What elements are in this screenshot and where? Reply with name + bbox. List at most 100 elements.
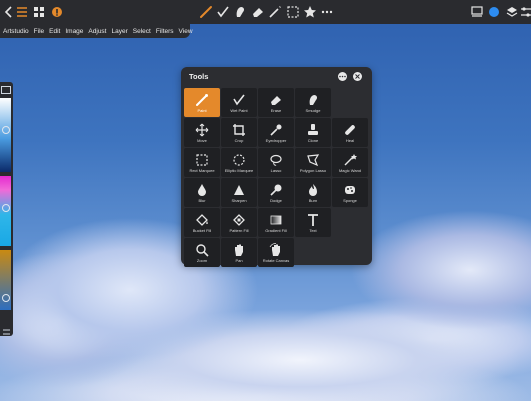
- tool-label: Paint: [197, 107, 207, 113]
- smudge-icon: [306, 93, 320, 107]
- bucket-fill-icon: [195, 213, 209, 227]
- top-toolbar: [0, 0, 531, 24]
- tool-sharpen[interactable]: Sharpen: [221, 178, 257, 207]
- clone-icon: [306, 123, 320, 137]
- tool-label: Move: [197, 137, 207, 143]
- wand-icon[interactable]: [266, 3, 284, 21]
- tool-elliptic-marquee[interactable]: Elliptic Marquee: [221, 148, 257, 177]
- tool-dodge[interactable]: Dodge: [258, 178, 294, 207]
- tool-label: Bucket Fill: [192, 227, 212, 233]
- text-icon: [306, 213, 320, 227]
- tool-label: Zoom: [196, 257, 208, 263]
- tool-text[interactable]: Text: [295, 208, 331, 237]
- brightness-slider[interactable]: [0, 98, 11, 172]
- color-panel-toggle-icon[interactable]: [1, 86, 11, 94]
- wet-paint-icon: [232, 93, 246, 107]
- tool-label: Clone: [307, 137, 319, 143]
- crop-icon: [232, 123, 246, 137]
- tool-label: Rotate Canvas: [262, 257, 290, 263]
- tool-label: Heal: [345, 137, 355, 143]
- smudge-icon[interactable]: [231, 3, 249, 21]
- tool-label: Burn: [308, 197, 318, 203]
- tool-burn[interactable]: Burn: [295, 178, 331, 207]
- opacity-slider-knob[interactable]: [2, 294, 10, 302]
- tool-rect-marquee[interactable]: Rect Marquee: [184, 148, 220, 177]
- menu-file[interactable]: File: [34, 28, 44, 35]
- tool-label: Crop: [234, 137, 244, 143]
- menu-image[interactable]: Image: [65, 28, 83, 35]
- menu-select[interactable]: Select: [133, 28, 151, 35]
- tool-empty-slot: [332, 88, 368, 117]
- tool-move[interactable]: Move: [184, 118, 220, 147]
- brush-icon[interactable]: [197, 3, 215, 21]
- erase-icon: [269, 93, 283, 107]
- tool-clone[interactable]: Clone: [295, 118, 331, 147]
- menu-layer[interactable]: Layer: [112, 28, 128, 35]
- tool-label: Wet Paint: [230, 107, 248, 113]
- menu-lines-icon[interactable]: [13, 3, 31, 21]
- hue-slider-knob[interactable]: [2, 204, 10, 212]
- close-panel-button[interactable]: [353, 72, 362, 81]
- color-slider-strip: [0, 82, 13, 336]
- paint-icon: [195, 93, 209, 107]
- burn-icon: [306, 183, 320, 197]
- menu-view[interactable]: View: [179, 28, 193, 35]
- menu-filters[interactable]: Filters: [156, 28, 174, 35]
- color-dot-icon[interactable]: [489, 7, 499, 17]
- tool-label: Sharpen: [231, 197, 247, 203]
- grid-icon[interactable]: [30, 3, 48, 21]
- tool-wet-paint[interactable]: Wet Paint: [221, 88, 257, 117]
- tool-label: Pattern Fill: [229, 227, 249, 233]
- menu-app-name[interactable]: Artstudio: [3, 28, 29, 35]
- tool-pattern-fill[interactable]: Pattern Fill: [221, 208, 257, 237]
- gradient-fill-icon: [269, 213, 283, 227]
- tool-label: Blur: [198, 197, 206, 203]
- tool-label: Rect Marquee: [189, 167, 215, 173]
- tool-label: Elliptic Marquee: [224, 167, 254, 173]
- pan-icon: [232, 243, 246, 257]
- tool-sponge[interactable]: Sponge: [332, 178, 368, 207]
- tool-rotate-canvas[interactable]: Rotate Canvas: [258, 238, 294, 267]
- polygon-lasso-icon: [306, 153, 320, 167]
- tool-grid: Paint Wet Paint Erase Smudge Move Crop Eyedrop…: [184, 88, 369, 267]
- menu-adjust[interactable]: Adjust: [88, 28, 106, 35]
- eraser-icon[interactable]: [249, 3, 267, 21]
- menu-edit[interactable]: Edit: [49, 28, 60, 35]
- layers-thumbnail-icon[interactable]: [468, 3, 486, 21]
- panel-options-button[interactable]: [338, 72, 347, 81]
- tool-crop[interactable]: Crop: [221, 118, 257, 147]
- tool-label: Lasso: [270, 167, 282, 173]
- selection-icon[interactable]: [284, 3, 302, 21]
- sponge-icon: [343, 183, 357, 197]
- tool-label: Pan: [235, 257, 243, 263]
- brightness-slider-knob[interactable]: [2, 126, 10, 134]
- tool-polygon-lasso[interactable]: Polygon Lasso: [295, 148, 331, 177]
- tool-zoom[interactable]: Zoom: [184, 238, 220, 267]
- tool-pan[interactable]: Pan: [221, 238, 257, 267]
- info-icon[interactable]: [48, 3, 66, 21]
- blur-icon: [195, 183, 209, 197]
- pattern-fill-icon: [232, 213, 246, 227]
- tool-erase[interactable]: Erase: [258, 88, 294, 117]
- tool-label: Magic Wand: [338, 167, 362, 173]
- tool-smudge[interactable]: Smudge: [295, 88, 331, 117]
- tool-paint[interactable]: Paint: [184, 88, 220, 117]
- elliptic-marquee-icon: [232, 153, 246, 167]
- star-icon[interactable]: [301, 3, 319, 21]
- tool-label: Polygon Lasso: [299, 167, 327, 173]
- tool-eyedropper[interactable]: Eyedropper: [258, 118, 294, 147]
- tool-magic-wand[interactable]: Magic Wand: [332, 148, 368, 177]
- tool-gradient-fill[interactable]: Gradient Fill: [258, 208, 294, 237]
- magic-wand-icon: [343, 153, 357, 167]
- swap-icon[interactable]: [2, 322, 11, 335]
- zoom-icon: [195, 243, 209, 257]
- tool-blur[interactable]: Blur: [184, 178, 220, 207]
- tool-lasso[interactable]: Lasso: [258, 148, 294, 177]
- heal-icon: [343, 123, 357, 137]
- check-brush-icon[interactable]: [214, 3, 232, 21]
- tool-bucket-fill[interactable]: Bucket Fill: [184, 208, 220, 237]
- tool-heal[interactable]: Heal: [332, 118, 368, 147]
- rect-marquee-icon: [195, 153, 209, 167]
- sliders-icon[interactable]: [517, 3, 531, 21]
- more-icon[interactable]: [318, 3, 336, 21]
